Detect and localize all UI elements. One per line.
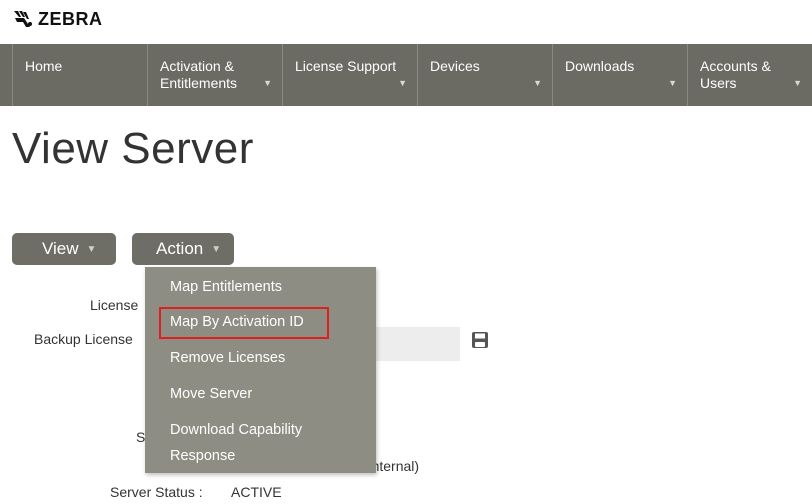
license-label: License	[90, 297, 139, 313]
highlight-box	[159, 307, 329, 339]
nav-label: Accounts &	[700, 58, 771, 74]
zebra-logo[interactable]: ZEBRA	[12, 8, 103, 30]
caret-down-icon: ▼	[533, 78, 542, 88]
action-button[interactable]: Action ▼	[132, 233, 234, 265]
nav-label: Home	[25, 58, 63, 74]
partial-label: S	[136, 429, 146, 445]
backup-license-label: Backup License	[34, 331, 133, 347]
save-icon[interactable]	[471, 331, 489, 349]
nav-label: Downloads	[565, 58, 635, 74]
page-title: View Server	[12, 124, 254, 173]
nav-item-downloads[interactable]: Downloads ▼	[552, 44, 687, 106]
menu-item-map-entitlements[interactable]: Map Entitlements	[170, 279, 282, 295]
caret-down-icon: ▼	[86, 244, 97, 255]
view-button-label: View	[42, 239, 79, 258]
nav-item-home[interactable]: Home	[12, 44, 147, 106]
caret-down-icon: ▼	[211, 244, 222, 255]
nav-item-accounts-users[interactable]: Accounts & Users ▼	[687, 44, 812, 106]
menu-item-move-server[interactable]: Move Server	[170, 386, 252, 402]
nav-label-line2: Users	[700, 75, 737, 91]
menu-item-remove-licenses[interactable]: Remove Licenses	[170, 350, 285, 366]
caret-down-icon: ▼	[263, 78, 272, 88]
view-button[interactable]: View ▼	[12, 233, 116, 265]
nav-label: License Support	[295, 58, 397, 74]
nav-label-line2: Entitlements	[160, 75, 238, 91]
logo-text: ZEBRA	[38, 8, 103, 29]
nav-item-activation-entitlements[interactable]: Activation & Entitlements ▼	[147, 44, 282, 106]
nav-label: Devices	[430, 58, 480, 74]
nav-label: Activation &	[160, 58, 234, 74]
zebra-head-icon	[14, 11, 32, 27]
server-status-value: ACTIVE	[231, 484, 282, 500]
server-status-label: Server Status :	[110, 484, 203, 500]
menu-item-download-capability-response-line2[interactable]: Response	[170, 448, 235, 464]
caret-down-icon: ▼	[398, 78, 407, 88]
nav-item-devices[interactable]: Devices ▼	[417, 44, 552, 106]
caret-down-icon: ▼	[668, 78, 677, 88]
action-dropdown-menu: Map Entitlements Map By Activation ID Re…	[145, 267, 376, 473]
action-button-label: Action	[156, 239, 204, 258]
caret-down-icon: ▼	[793, 78, 802, 88]
menu-item-download-capability-response[interactable]: Download Capability	[170, 422, 302, 438]
main-nav: Home Activation & Entitlements ▼ License…	[0, 44, 812, 106]
nav-item-license-support[interactable]: License Support ▼	[282, 44, 417, 106]
